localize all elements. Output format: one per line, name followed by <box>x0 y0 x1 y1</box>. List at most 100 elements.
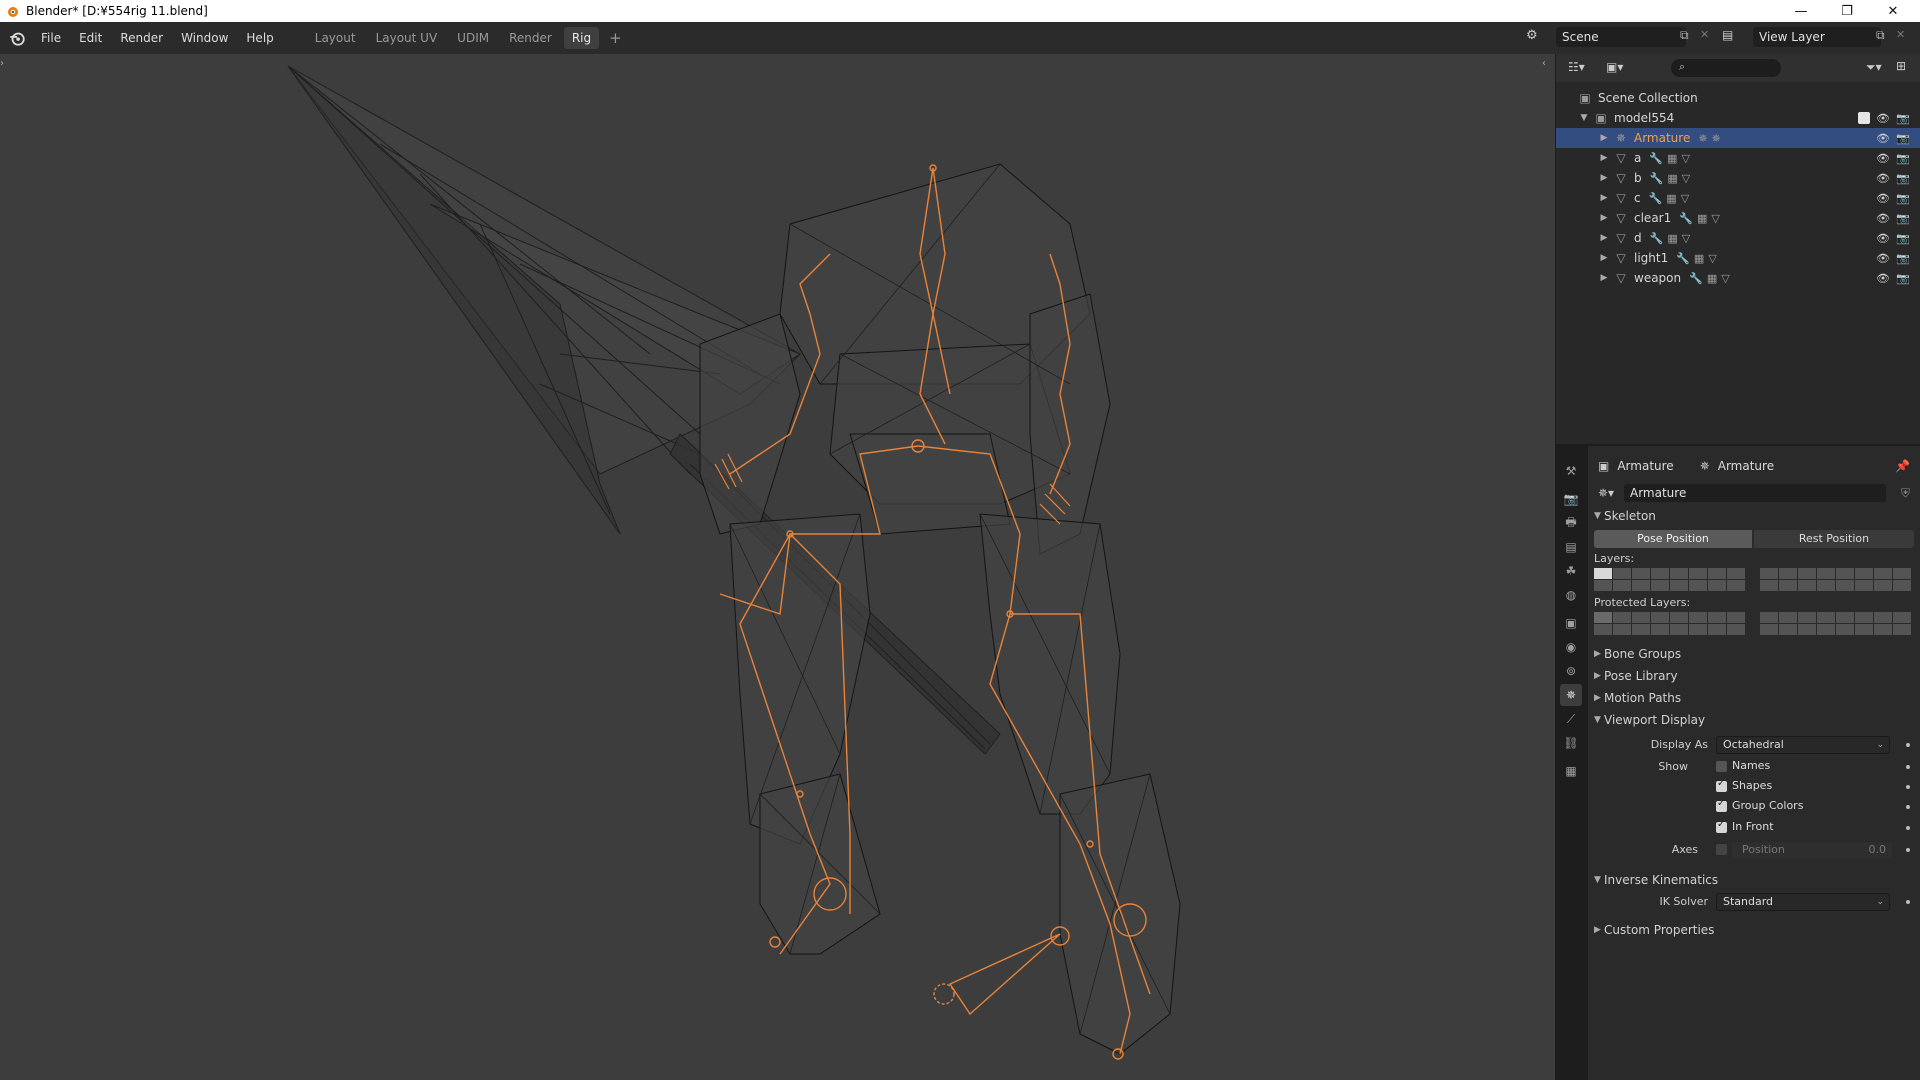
expand-arrow-icon[interactable]: ▶ <box>1598 193 1610 203</box>
view-layer-icon[interactable]: ▤ <box>1722 28 1733 42</box>
fake-user-shield-icon[interactable]: ⛨ <box>1901 486 1910 501</box>
skeleton-section-header[interactable]: ▼ Skeleton <box>1594 506 1914 526</box>
visibility-eye-icon[interactable]: 👁 <box>1876 212 1890 225</box>
shapes-checkbox[interactable] <box>1716 778 1727 792</box>
bone-constraint-tab-icon[interactable]: ⛓ <box>1560 732 1582 754</box>
3d-viewport[interactable]: › ‹ <box>0 54 1555 1080</box>
object-tab-icon[interactable]: ▣ <box>1560 612 1582 634</box>
keyframe-dot-icon[interactable] <box>1906 826 1910 830</box>
render-camera-icon[interactable]: 📷 <box>1896 192 1910 205</box>
tab-render[interactable]: Render <box>501 27 560 49</box>
axes-checkbox[interactable] <box>1716 844 1727 855</box>
menu-help[interactable]: Help <box>237 22 282 54</box>
render-tab-icon[interactable]: 📷 <box>1560 488 1582 510</box>
sidebar-expand-icon[interactable]: ‹ <box>1542 58 1546 69</box>
view-layer-tab-icon[interactable]: ▤ <box>1560 536 1582 558</box>
menu-edit[interactable]: Edit <box>70 22 111 54</box>
expand-arrow-icon[interactable]: ▶ <box>1598 213 1610 223</box>
render-camera-icon[interactable]: 📷 <box>1896 172 1910 185</box>
render-camera-icon[interactable]: 📷 <box>1896 252 1910 265</box>
scene-type-icon[interactable]: ⚙ <box>1526 28 1538 43</box>
physics-tab-icon[interactable]: ◉ <box>1560 636 1582 658</box>
outliner-item-light1[interactable]: ▶ ▽ light1 🔧▦▽ 👁 📷 <box>1556 248 1920 268</box>
datablock-name-field[interactable]: Armature <box>1624 484 1886 502</box>
outliner-item-b[interactable]: ▶ ▽ b 🔧▦▽ 👁 📷 <box>1556 168 1920 188</box>
collapse-arrow-icon[interactable]: ▼ <box>1578 113 1590 123</box>
constraints-tab-icon[interactable]: ⊚ <box>1560 660 1582 682</box>
new-view-layer-icon[interactable]: ⧉ <box>1876 28 1885 43</box>
in-front-checkbox[interactable] <box>1716 819 1727 833</box>
keyframe-dot-icon[interactable] <box>1906 848 1910 852</box>
close-button[interactable]: ✕ <box>1870 0 1916 22</box>
render-camera-icon[interactable]: 📷 <box>1896 232 1910 245</box>
expand-arrow-icon[interactable]: ▶ <box>1598 273 1610 283</box>
outliner-search-input[interactable]: ⌕ <box>1671 59 1781 77</box>
rest-position-button[interactable]: Rest Position <box>1754 530 1914 548</box>
bone-tab-icon[interactable]: ⟋ <box>1560 708 1582 730</box>
menu-window[interactable]: Window <box>172 22 237 54</box>
protected-layers-grid-right[interactable] <box>1760 612 1911 635</box>
keyframe-dot-icon[interactable] <box>1906 900 1910 904</box>
visibility-eye-icon[interactable]: 👁 <box>1876 132 1890 145</box>
new-scene-icon[interactable]: ⧉ <box>1680 28 1689 43</box>
add-workspace-button[interactable]: + <box>603 29 628 47</box>
protected-layers-grid-left[interactable] <box>1594 612 1745 635</box>
scene-selector[interactable]: Scene <box>1556 27 1686 47</box>
blender-menu-icon[interactable] <box>8 29 26 47</box>
maximize-button[interactable]: ❐ <box>1824 0 1870 22</box>
pin-icon[interactable]: 📌 <box>1895 459 1910 473</box>
tab-udim[interactable]: UDIM <box>449 27 497 49</box>
collection-row[interactable]: ▼ ▣ model554 👁 📷 <box>1556 108 1920 128</box>
keyframe-dot-icon[interactable] <box>1906 805 1910 809</box>
outliner-item-armature[interactable]: ▶ ✵ Armature ✵✵ 👁 📷 <box>1556 128 1920 148</box>
display-mode-icon[interactable]: ▣▾ <box>1606 60 1623 74</box>
visibility-eye-icon[interactable]: 👁 <box>1876 192 1890 205</box>
editor-type-icon[interactable]: ☷▾ <box>1568 60 1585 74</box>
render-camera-icon[interactable]: 📷 <box>1896 132 1910 145</box>
viewport-display-section-header[interactable]: ▼ Viewport Display <box>1594 710 1914 730</box>
tab-layout[interactable]: Layout <box>307 27 364 49</box>
minimize-button[interactable]: — <box>1778 0 1824 22</box>
menu-file[interactable]: File <box>32 22 70 54</box>
visibility-eye-icon[interactable]: 👁 <box>1876 252 1890 265</box>
pose-library-section-header[interactable]: ▶ Pose Library <box>1594 666 1914 686</box>
outliner-item-weapon[interactable]: ▶ ▽ weapon 🔧▦▽ 👁 📷 <box>1556 268 1920 288</box>
keyframe-dot-icon[interactable] <box>1906 765 1910 769</box>
bone-groups-section-header[interactable]: ▶ Bone Groups <box>1594 644 1914 664</box>
tool-tab-icon[interactable]: ⚒ <box>1560 460 1582 482</box>
texture-tab-icon[interactable]: ▦ <box>1560 760 1582 782</box>
scene-collection-row[interactable]: ▣ Scene Collection <box>1556 88 1920 108</box>
render-camera-icon[interactable]: 📷 <box>1896 112 1910 125</box>
expand-arrow-icon[interactable]: ▶ <box>1598 253 1610 263</box>
toolbar-expand-icon[interactable]: › <box>0 58 4 69</box>
visibility-eye-icon[interactable]: 👁 <box>1876 112 1890 125</box>
axes-position-field[interactable]: Position 0.0 <box>1732 842 1892 858</box>
output-tab-icon[interactable]: 🖶 <box>1560 512 1582 534</box>
render-camera-icon[interactable]: 📷 <box>1896 212 1910 225</box>
armature-browse-icon[interactable]: ✵▾ <box>1598 486 1614 500</box>
visibility-eye-icon[interactable]: 👁 <box>1876 172 1890 185</box>
tab-rig[interactable]: Rig <box>563 27 600 49</box>
expand-arrow-icon[interactable]: ▶ <box>1598 133 1610 143</box>
motion-paths-section-header[interactable]: ▶ Motion Paths <box>1594 688 1914 708</box>
keyframe-dot-icon[interactable] <box>1906 785 1910 789</box>
menu-render[interactable]: Render <box>111 22 172 54</box>
visibility-eye-icon[interactable]: 👁 <box>1876 232 1890 245</box>
layers-grid-right[interactable] <box>1760 568 1911 591</box>
layers-grid-left[interactable] <box>1594 568 1745 591</box>
view-layer-selector[interactable]: View Layer <box>1753 27 1881 47</box>
render-camera-icon[interactable]: 📷 <box>1896 152 1910 165</box>
filter-icon[interactable]: ⏷▾ <box>1866 60 1882 75</box>
delete-scene-icon[interactable]: ✕ <box>1700 28 1709 41</box>
expand-arrow-icon[interactable]: ▶ <box>1598 173 1610 183</box>
scene-tab-icon[interactable]: ☘ <box>1560 560 1582 582</box>
ik-solver-dropdown[interactable]: Standard ⌄ <box>1716 893 1890 911</box>
world-tab-icon[interactable]: ◍ <box>1560 584 1582 606</box>
outliner-item-d[interactable]: ▶ ▽ d 🔧▦▽ 👁 📷 <box>1556 228 1920 248</box>
armature-data-tab-icon[interactable]: ✵ <box>1560 684 1582 706</box>
custom-properties-section-header[interactable]: ▶ Custom Properties <box>1594 920 1914 940</box>
outliner-item-a[interactable]: ▶ ▽ a 🔧▦▽ 👁 📷 <box>1556 148 1920 168</box>
expand-arrow-icon[interactable]: ▶ <box>1598 153 1610 163</box>
group-colors-checkbox[interactable] <box>1716 798 1727 812</box>
visibility-eye-icon[interactable]: 👁 <box>1876 152 1890 165</box>
